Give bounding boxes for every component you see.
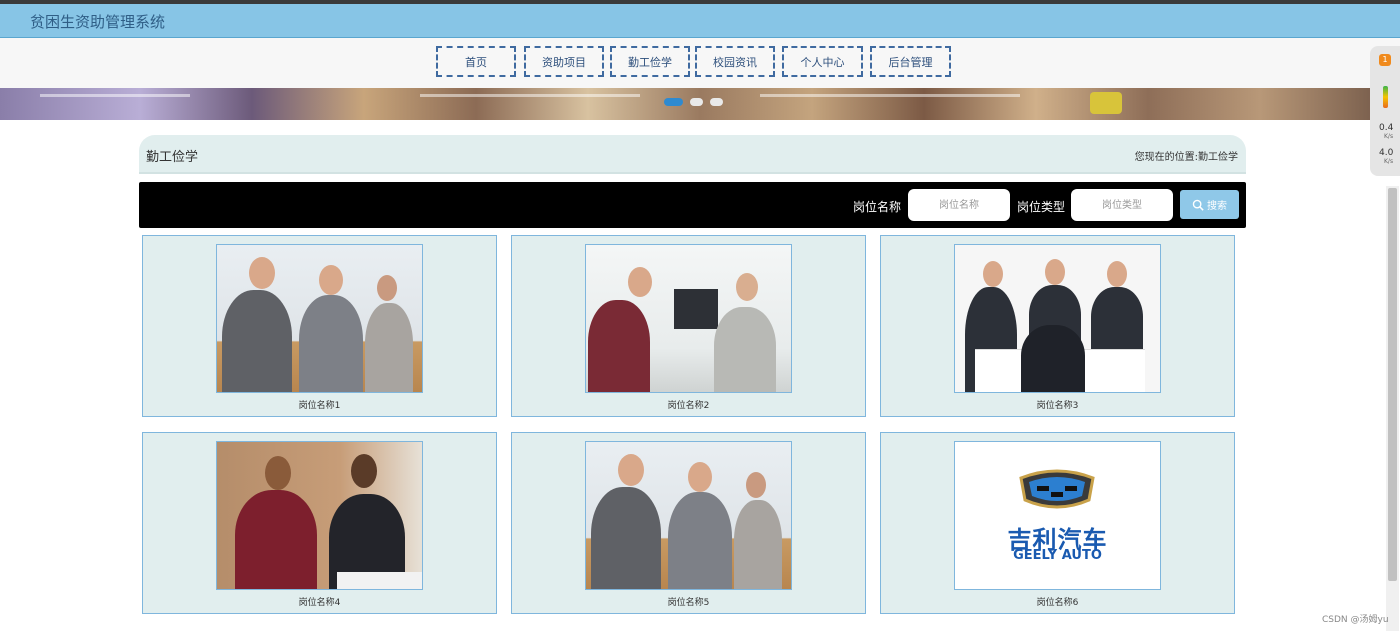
app-title: 贫困生资助管理系统 [30, 13, 166, 31]
search-button[interactable]: 搜索 [1180, 190, 1239, 219]
image-decoration [736, 273, 758, 301]
image-decoration [628, 267, 652, 297]
image-decoration [668, 492, 732, 589]
image-decoration [1091, 287, 1143, 353]
nav-campus-news[interactable]: 校园资讯 [695, 46, 775, 77]
job-name: 岗位名称5 [667, 598, 710, 608]
image-decoration [249, 257, 275, 289]
job-card[interactable]: 岗位名称5 [511, 432, 866, 614]
search-icon [1192, 199, 1204, 211]
image-decoration [1107, 261, 1127, 287]
image-decoration [674, 289, 718, 329]
logo-subtext: GEELY AUTO [1013, 548, 1102, 563]
image-decoration [235, 490, 317, 589]
page-header-bar: 勤工俭学 您现在的位置: 勤工俭学 [139, 135, 1246, 174]
job-type-input[interactable] [1071, 189, 1173, 221]
job-image[interactable]: 吉利汽车 GEELY AUTO [954, 441, 1161, 590]
job-card[interactable]: 吉利汽车 GEELY AUTO 岗位名称6 [880, 432, 1235, 614]
job-name: 岗位名称4 [298, 598, 341, 608]
job-name-label: 岗位名称 [853, 200, 902, 214]
job-image[interactable] [585, 441, 792, 590]
search-bar: 岗位名称 岗位类型 搜索 [139, 182, 1246, 228]
job-card[interactable]: 岗位名称3 [880, 235, 1235, 417]
image-decoration [299, 295, 363, 392]
breadcrumb-label: 您现在的位置: [1134, 152, 1198, 163]
job-image[interactable] [216, 441, 423, 590]
carousel-dots [664, 98, 723, 106]
image-decoration [588, 300, 650, 392]
notification-badge[interactable]: 1 [1379, 54, 1391, 66]
carousel-dot-1[interactable] [664, 98, 683, 106]
banner-decoration [1090, 92, 1122, 114]
image-decoration [746, 472, 766, 498]
upload-unit: K/s [1384, 133, 1394, 140]
job-name: 岗位名称2 [667, 401, 710, 411]
breadcrumb-current[interactable]: 勤工俭学 [1198, 148, 1238, 163]
image-decoration [365, 303, 413, 392]
banner-decoration [760, 94, 1020, 97]
image-decoration [714, 307, 776, 392]
geely-logo-icon [1019, 469, 1095, 509]
nav-admin[interactable]: 后台管理 [870, 46, 951, 77]
job-image[interactable] [585, 244, 792, 393]
scrollbar-thumb[interactable] [1388, 188, 1397, 581]
nav-personal-center[interactable]: 个人中心 [782, 46, 863, 77]
nav-aid-projects[interactable]: 资助项目 [524, 46, 604, 77]
breadcrumb: 您现在的位置: 勤工俭学 [1135, 148, 1238, 163]
image-decoration [319, 265, 343, 295]
nav-work-study[interactable]: 勤工俭学 [610, 46, 690, 77]
job-card[interactable]: 岗位名称1 [142, 235, 497, 417]
upload-speed: 0.4 [1379, 123, 1394, 133]
image-decoration [983, 261, 1003, 287]
job-image[interactable] [216, 244, 423, 393]
network-speed-widget[interactable]: 1 0.4 K/s 4.0 K/s [1370, 46, 1400, 176]
banner-decoration [420, 94, 640, 97]
job-type-label: 岗位类型 [1017, 200, 1066, 214]
carousel-dot-2[interactable] [690, 98, 703, 106]
carousel-banner[interactable] [0, 88, 1400, 120]
image-decoration [222, 290, 292, 392]
banner-decoration [40, 94, 190, 97]
watermark: CSDN @汤姆yu [1322, 615, 1389, 625]
image-decoration [337, 572, 422, 589]
image-decoration [377, 275, 397, 301]
main-nav: 首页 资助项目 勤工俭学 校园资讯 个人中心 后台管理 [0, 38, 1400, 88]
job-image[interactable] [954, 244, 1161, 393]
job-name: 岗位名称3 [1036, 401, 1079, 411]
image-decoration [734, 500, 782, 589]
job-name: 岗位名称6 [1036, 598, 1079, 608]
image-decoration [265, 456, 291, 490]
job-name-input[interactable] [908, 189, 1010, 221]
page-title: 勤工俭学 [146, 150, 199, 165]
image-decoration [351, 454, 377, 488]
meter-icon [1383, 86, 1388, 108]
image-decoration [618, 454, 644, 486]
search-button-label: 搜索 [1207, 201, 1227, 212]
job-card[interactable]: 岗位名称4 [142, 432, 497, 614]
image-decoration [1021, 325, 1085, 392]
download-unit: K/s [1384, 158, 1394, 165]
job-card[interactable]: 岗位名称2 [511, 235, 866, 417]
nav-home[interactable]: 首页 [436, 46, 516, 77]
image-decoration [1045, 259, 1065, 285]
app-header: 贫困生资助管理系统 [0, 4, 1400, 38]
download-speed: 4.0 [1379, 148, 1394, 158]
image-decoration [591, 487, 661, 589]
job-name: 岗位名称1 [298, 401, 341, 411]
image-decoration [688, 462, 712, 492]
carousel-dot-3[interactable] [710, 98, 723, 106]
